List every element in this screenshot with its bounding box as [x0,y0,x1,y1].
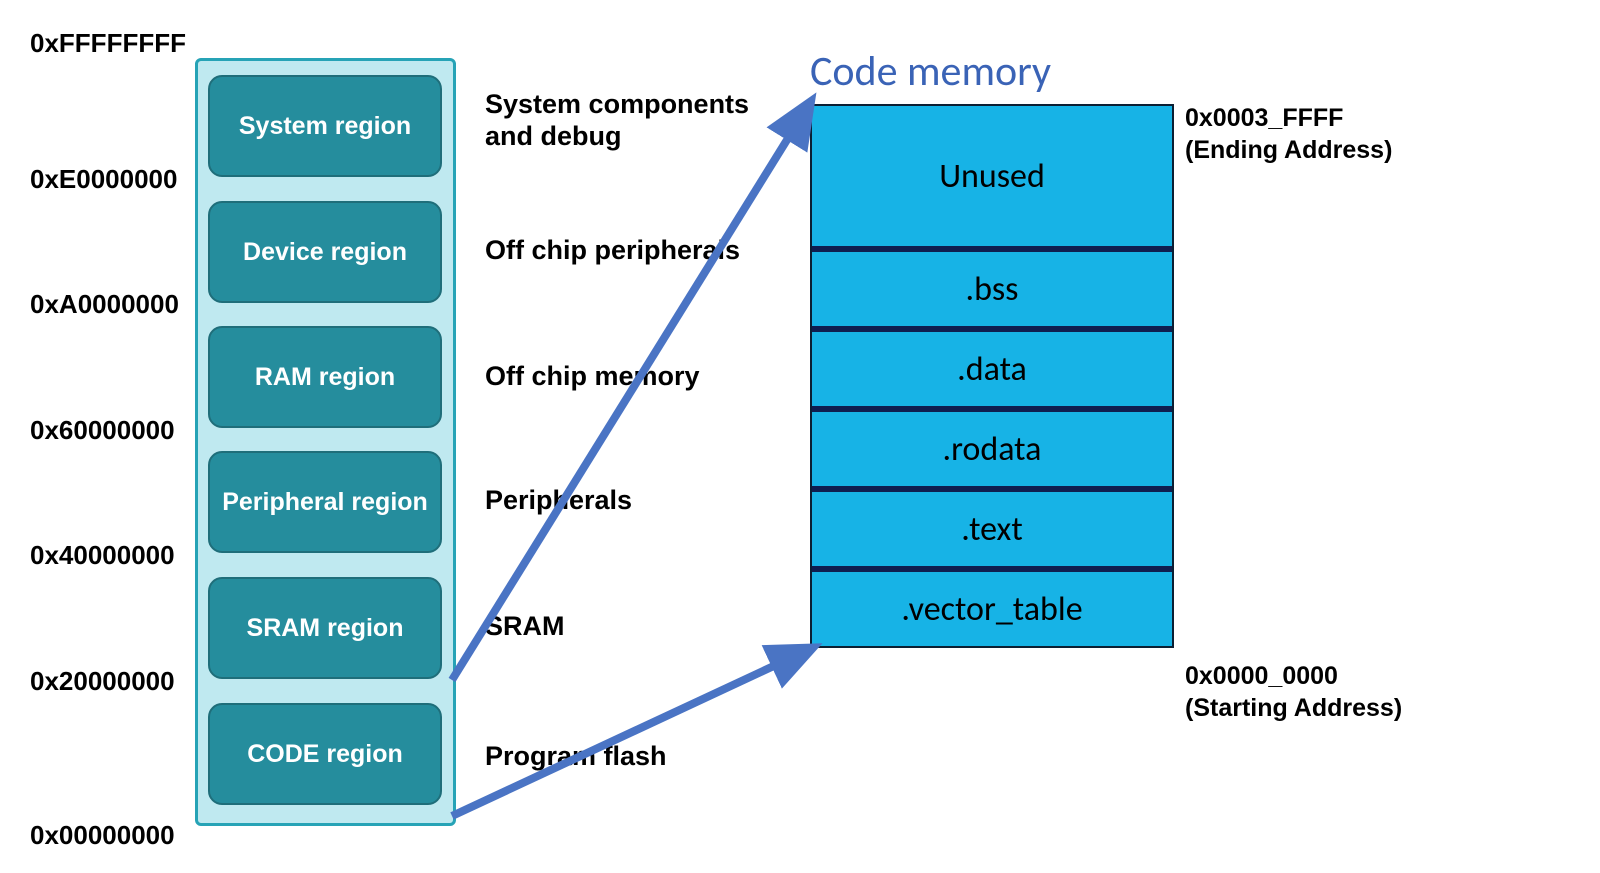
ending-address: 0x0003_FFFF (Ending Address) [1185,102,1392,166]
seg-vector-table: .vector_table [812,566,1172,646]
addr-00000000: 0x00000000 [30,820,175,851]
region-system: System region [208,75,442,177]
desc-system-l1: System components [485,89,749,119]
desc-peripheral: Peripherals [485,484,632,516]
seg-rodata: .rodata [812,406,1172,486]
starting-address-label: (Starting Address) [1185,694,1402,722]
memory-map-container: System region Device region RAM region P… [195,58,456,826]
seg-unused: Unused [812,106,1172,246]
starting-address: 0x0000_0000 (Starting Address) [1185,660,1402,724]
addr-e0000000: 0xE0000000 [30,164,177,195]
region-code: CODE region [208,703,442,805]
seg-data: .data [812,326,1172,406]
desc-system: System components and debug [485,88,749,152]
region-ram: RAM region [208,326,442,428]
code-memory-block: Unused .bss .data .rodata .text .vector_… [810,104,1174,648]
arrow-bottom-icon [452,650,808,816]
diagram-stage: 0xFFFFFFFF 0xE0000000 0xA0000000 0x60000… [0,0,1600,873]
seg-bss: .bss [812,246,1172,326]
desc-code: Program flash [485,740,667,772]
desc-sram: SRAM [485,610,565,642]
desc-device: Off chip peripherals [485,234,740,266]
addr-40000000: 0x40000000 [30,540,175,571]
region-sram: SRAM region [208,577,442,679]
starting-address-value: 0x0000_0000 [1185,662,1338,690]
desc-ram: Off chip memory [485,360,700,392]
seg-text: .text [812,486,1172,566]
region-device: Device region [208,201,442,303]
addr-20000000: 0x20000000 [30,666,175,697]
addr-60000000: 0x60000000 [30,415,175,446]
addr-ffffffff: 0xFFFFFFFF [30,28,186,59]
ending-address-label: (Ending Address) [1185,136,1392,164]
region-peripheral: Peripheral region [208,451,442,553]
addr-a0000000: 0xA0000000 [30,289,179,320]
desc-system-l2: and debug [485,121,622,151]
ending-address-value: 0x0003_FFFF [1185,104,1343,132]
code-memory-heading: Code memory [810,46,1051,97]
arrow-top-icon [452,106,808,680]
